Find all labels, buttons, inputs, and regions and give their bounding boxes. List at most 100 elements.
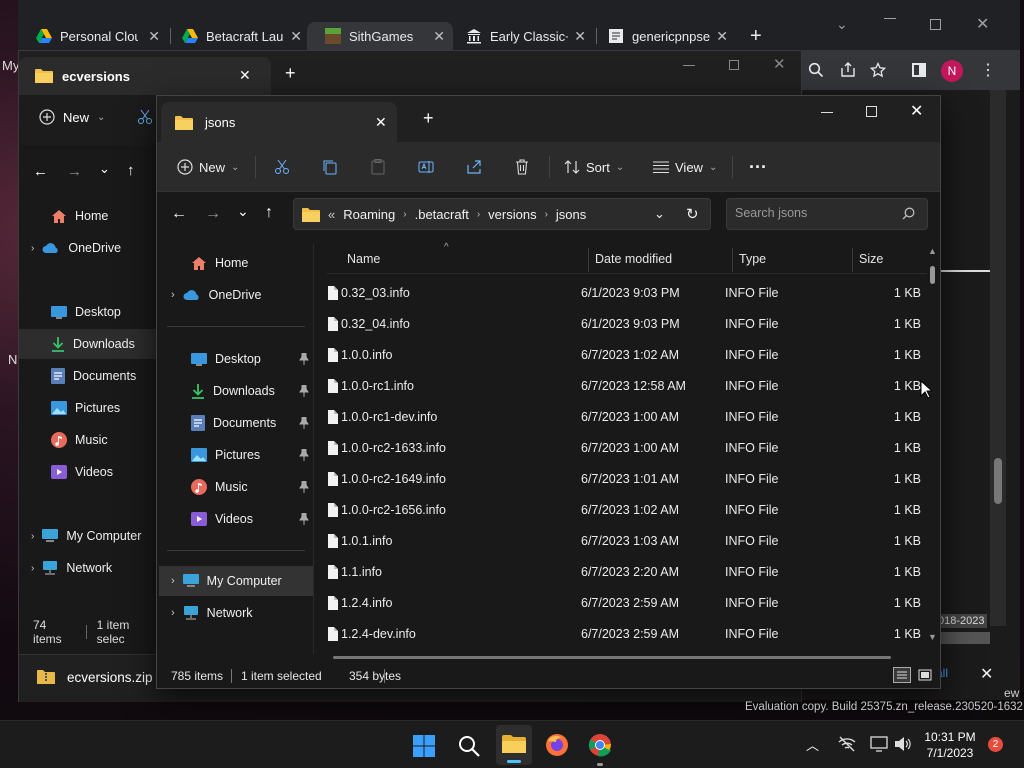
forward-arrow-icon[interactable]: → xyxy=(205,205,221,223)
chrome-icon[interactable] xyxy=(588,733,612,766)
pin-icon[interactable] xyxy=(299,513,309,525)
sidebar-item-videos[interactable]: Videos xyxy=(19,457,157,487)
new-tab-button[interactable]: + xyxy=(750,25,762,48)
breadcrumb-betacraft[interactable]: .betacraft xyxy=(415,207,469,222)
file-row[interactable]: 1.0.0.info 6/7/2023 1:02 AM INFO File 1 KB xyxy=(327,340,927,371)
file-row[interactable]: 1.2.4.info 6/7/2023 2:59 AM INFO File 1 KB xyxy=(327,588,927,619)
close-download-bar-icon[interactable]: ✕ xyxy=(980,664,993,684)
address-overflow[interactable]: « xyxy=(328,207,335,222)
chrome-tab-4[interactable]: genericpnpservices ✕ xyxy=(590,22,736,50)
breadcrumb-roaming[interactable]: Roaming xyxy=(343,207,395,222)
menu-dots-icon[interactable]: ⋮ xyxy=(980,60,996,80)
search-input[interactable] xyxy=(735,206,895,220)
close-icon[interactable]: ✕ xyxy=(574,28,586,45)
copy-button[interactable] xyxy=(322,142,338,192)
pin-icon[interactable] xyxy=(299,481,309,493)
cut-button[interactable] xyxy=(274,142,290,192)
recent-chevron-icon[interactable]: ⌄ xyxy=(237,203,249,220)
close-window-button[interactable]: ✕ xyxy=(910,101,923,121)
new-tab-button[interactable]: + xyxy=(423,108,434,129)
chevron-right-icon[interactable]: › xyxy=(31,243,34,254)
new-tab-button[interactable]: + xyxy=(285,63,296,84)
bookmark-star-icon[interactable] xyxy=(870,62,886,78)
refresh-icon[interactable]: ↻ xyxy=(686,205,699,223)
tab-ecversions[interactable]: ecversions ✕ xyxy=(19,57,271,95)
monitor-icon[interactable] xyxy=(870,736,888,752)
download-filename[interactable]: ecversions.zip xyxy=(67,670,153,685)
volume-icon[interactable] xyxy=(894,736,912,752)
close-icon[interactable]: ✕ xyxy=(290,28,302,45)
sidebar-item-home[interactable]: Home xyxy=(19,201,157,231)
file-row[interactable]: 1.0.0-rc1-dev.info 6/7/2023 1:00 AM INFO F… xyxy=(327,402,927,433)
file-row[interactable]: 1.0.0-rc2-1656.info 6/7/2023 1:02 AM INFO … xyxy=(327,495,927,526)
file-row[interactable]: 1.0.0-rc2-1649.info 6/7/2023 1:01 AM INFO … xyxy=(327,464,927,495)
file-row[interactable]: 1.0.0-rc2-1633.info 6/7/2023 1:00 AM INFO … xyxy=(327,433,927,464)
pin-icon[interactable] xyxy=(299,353,309,365)
new-button[interactable]: New ⌄ xyxy=(39,109,105,125)
profile-avatar[interactable]: N xyxy=(941,60,963,82)
sidebar-item-onedrive[interactable]: › OneDrive xyxy=(19,233,157,263)
sidebar-item-desktop[interactable]: Desktop xyxy=(159,344,313,374)
maximize-button[interactable] xyxy=(866,106,877,117)
close-window-button[interactable]: ✕ xyxy=(976,14,989,34)
sidebar-item-my-computer[interactable]: › My Computer xyxy=(19,521,157,551)
chrome-tab-3[interactable]: Early Classic+ ✕ xyxy=(448,22,594,50)
sidebar-item-home[interactable]: Home xyxy=(159,248,313,278)
file-row[interactable]: 0.32_04.info 6/1/2023 9:03 PM INFO File 1 K… xyxy=(327,309,927,340)
back-arrow-icon[interactable]: ← xyxy=(171,205,187,223)
sidebar-item-my-computer[interactable]: › My Computer xyxy=(159,566,313,596)
file-row[interactable]: 1.0.1.info 6/7/2023 1:03 AM INFO File 1 KB xyxy=(327,526,927,557)
file-row[interactable]: 0.32_03.info 6/1/2023 9:03 PM INFO File 1 K… xyxy=(327,278,927,309)
back-arrow-icon[interactable]: ← xyxy=(33,163,48,180)
sidebar-item-downloads[interactable]: Downloads xyxy=(159,376,313,406)
sidebar-item-network[interactable]: › Network xyxy=(19,553,157,583)
sidebar-item-music[interactable]: Music xyxy=(19,425,157,455)
recent-chevron-icon[interactable]: ⌄ xyxy=(99,161,110,177)
details-view-icon[interactable] xyxy=(893,667,911,683)
rename-button[interactable] xyxy=(418,142,434,192)
search-icon[interactable] xyxy=(902,207,915,220)
close-icon[interactable]: ✕ xyxy=(433,28,445,45)
file-row[interactable]: 1.2.4-dev.info 6/7/2023 2:59 AM INFO File 1… xyxy=(327,619,927,650)
chevron-right-icon[interactable]: › xyxy=(31,531,34,542)
sort-button[interactable]: Sort ⌄ xyxy=(564,142,624,192)
close-icon[interactable]: ✕ xyxy=(148,28,160,45)
new-button[interactable]: New ⌄ xyxy=(177,142,239,192)
sidebar-item-downloads[interactable]: Downloads xyxy=(19,329,157,359)
sidebar-item-onedrive[interactable]: › OneDrive xyxy=(159,280,313,310)
sidebar-item-documents[interactable]: Documents xyxy=(159,408,313,438)
address-dropdown-icon[interactable]: ⌄ xyxy=(654,206,665,222)
close-icon[interactable]: ✕ xyxy=(716,28,728,45)
share-button[interactable] xyxy=(466,142,482,192)
pin-icon[interactable] xyxy=(299,385,309,397)
vertical-scrollbar[interactable]: ▲ ▼ xyxy=(927,246,939,646)
file-row[interactable]: 1.1.info 6/7/2023 2:20 AM INFO File 1 KB xyxy=(327,557,927,588)
view-button[interactable]: View ⌄ xyxy=(653,142,717,192)
start-button[interactable] xyxy=(412,734,436,758)
network-off-icon[interactable] xyxy=(838,736,856,752)
minimize-button[interactable] xyxy=(821,112,833,113)
minimize-button[interactable] xyxy=(884,18,896,19)
sidebar-item-music[interactable]: Music xyxy=(159,472,313,502)
search-taskbar-icon[interactable] xyxy=(457,734,481,758)
breadcrumb-jsons[interactable]: jsons xyxy=(556,207,586,222)
side-panel-icon[interactable] xyxy=(912,63,926,77)
close-icon[interactable]: ✕ xyxy=(375,114,387,131)
sidebar-item-videos[interactable]: Videos xyxy=(159,504,313,534)
close-icon[interactable]: ✕ xyxy=(239,67,251,84)
scroll-up-icon[interactable]: ▲ xyxy=(928,246,937,256)
chevron-right-icon[interactable]: › xyxy=(171,289,175,301)
file-row[interactable]: 1.0.0-rc1.info 6/7/2023 12:58 AM INFO File… xyxy=(327,371,927,402)
address-bar[interactable]: « Roaming › .betacraft › versions › json… xyxy=(293,198,711,230)
chevron-right-icon[interactable]: › xyxy=(31,563,34,574)
maximize-button[interactable] xyxy=(930,19,941,30)
chevron-right-icon[interactable]: › xyxy=(171,575,175,587)
sidebar-item-network[interactable]: › Network xyxy=(159,598,313,628)
forward-arrow-icon[interactable]: → xyxy=(67,163,82,180)
maximize-button[interactable] xyxy=(729,60,739,70)
paste-button[interactable] xyxy=(370,142,386,192)
column-name[interactable]: Name xyxy=(347,252,380,266)
firefox-icon[interactable] xyxy=(545,733,569,757)
sidebar-item-pictures[interactable]: Pictures xyxy=(159,440,313,470)
close-window-button[interactable]: ✕ xyxy=(773,55,786,73)
